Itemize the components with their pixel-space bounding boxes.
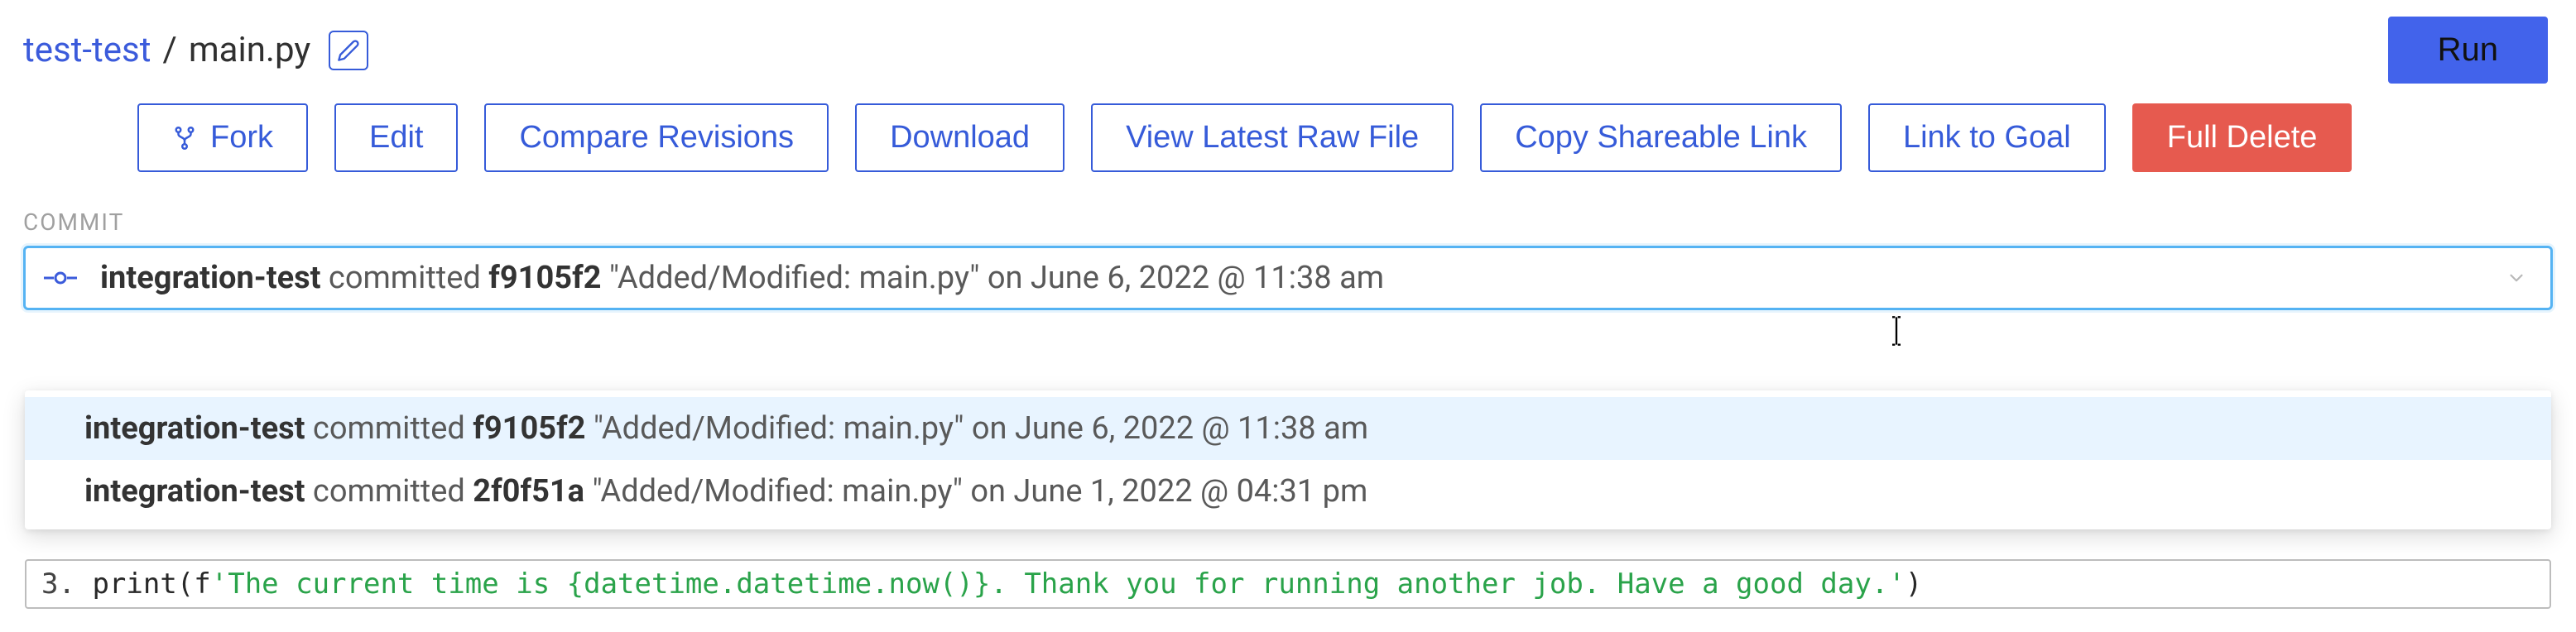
toolbar: Fork Edit Compare Revisions Download Vie… <box>0 103 2576 208</box>
commit-node-icon <box>44 271 77 285</box>
commit-author: integration-test <box>84 410 305 447</box>
header-row: test-test / main.py Run <box>0 0 2576 103</box>
commit-when: on June 6, 2022 @ 11:38 am <box>972 410 1368 447</box>
fork-icon <box>172 126 197 151</box>
commit-option[interactable]: integration-test committed f9105f2 "Adde… <box>25 397 2551 460</box>
commit-hash: f9105f2 <box>473 410 585 447</box>
breadcrumb-file: main.py <box>189 30 310 70</box>
selected-commit-text: integration-test committed f9105f2 "Adde… <box>100 260 1384 296</box>
fork-button[interactable]: Fork <box>137 103 308 172</box>
link-to-goal-button[interactable]: Link to Goal <box>1868 103 2106 172</box>
code-preview: 3. print(f'The current time is {datetime… <box>25 559 2551 609</box>
compare-revisions-button[interactable]: Compare Revisions <box>484 103 829 172</box>
view-latest-raw-button[interactable]: View Latest Raw File <box>1091 103 1454 172</box>
run-button[interactable]: Run <box>2388 17 2548 84</box>
code-fprefix: f <box>194 567 210 601</box>
breadcrumb-repo[interactable]: test-test <box>23 30 151 70</box>
commit-author: integration-test <box>100 260 320 296</box>
edit-button[interactable]: Edit <box>334 103 458 172</box>
breadcrumb-separator: / <box>162 30 176 70</box>
code-paren-close: ) <box>1906 567 1922 601</box>
code-func: print <box>92 567 176 601</box>
commit-hash: f9105f2 <box>488 260 601 296</box>
commit-section-label: COMMIT <box>0 208 2576 246</box>
code-string: 'The current time is {datetime.datetime.… <box>211 567 1906 601</box>
commit-when: on June 1, 2022 @ 04:31 pm <box>970 473 1367 510</box>
commit-message: "Added/Modified: main.py" <box>592 473 962 510</box>
chevron-down-icon <box>2506 267 2527 289</box>
commit-select[interactable]: integration-test committed f9105f2 "Adde… <box>23 246 2553 310</box>
commit-author: integration-test <box>84 473 305 510</box>
commit-verb: committed <box>313 410 465 447</box>
line-number: 3. <box>41 567 75 601</box>
breadcrumb: test-test / main.py <box>23 30 310 70</box>
commit-hash: 2f0f51a <box>473 473 584 510</box>
full-delete-button[interactable]: Full Delete <box>2132 103 2353 172</box>
commit-message: "Added/Modified: main.py" <box>609 260 979 296</box>
commit-option[interactable]: integration-test committed 2f0f51a "Adde… <box>25 460 2551 523</box>
commit-verb: committed <box>329 260 481 296</box>
commit-verb: committed <box>313 473 465 510</box>
download-button[interactable]: Download <box>855 103 1065 172</box>
edit-file-button[interactable] <box>329 31 368 70</box>
code-paren-open: ( <box>177 567 194 601</box>
commit-message: "Added/Modified: main.py" <box>594 410 964 447</box>
fork-label: Fork <box>210 120 273 156</box>
commit-dropdown: integration-test committed f9105f2 "Adde… <box>25 390 2551 529</box>
commit-when: on June 6, 2022 @ 11:38 am <box>988 260 1384 296</box>
copy-shareable-link-button[interactable]: Copy Shareable Link <box>1480 103 1842 172</box>
pencil-icon <box>337 39 360 62</box>
text-cursor-icon <box>1887 314 1906 347</box>
